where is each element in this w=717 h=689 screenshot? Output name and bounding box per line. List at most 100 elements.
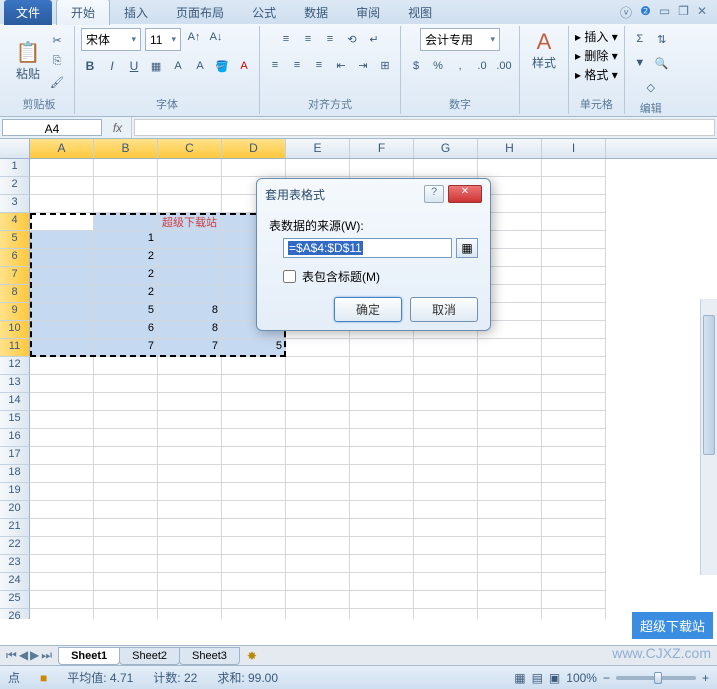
- cell[interactable]: [158, 393, 222, 411]
- cell[interactable]: [30, 411, 94, 429]
- cell[interactable]: [286, 393, 350, 411]
- align-right-icon[interactable]: ≡: [310, 56, 328, 74]
- row-header[interactable]: 19: [0, 483, 30, 501]
- cell[interactable]: [542, 537, 606, 555]
- cell[interactable]: [478, 375, 542, 393]
- cell[interactable]: [542, 285, 606, 303]
- merge-cells-icon[interactable]: ⊞: [376, 56, 394, 74]
- vertical-scrollbar[interactable]: [700, 299, 717, 575]
- row-header[interactable]: 12: [0, 357, 30, 375]
- cell[interactable]: [158, 555, 222, 573]
- cell[interactable]: [350, 555, 414, 573]
- cell[interactable]: [94, 573, 158, 591]
- cell[interactable]: [350, 573, 414, 591]
- dialog-help-button[interactable]: ?: [424, 185, 444, 203]
- fill-color-button[interactable]: 🪣: [213, 57, 231, 75]
- cell[interactable]: [542, 609, 606, 619]
- cell[interactable]: [30, 195, 94, 213]
- view-break-icon[interactable]: ▣: [549, 671, 560, 685]
- cell[interactable]: [286, 483, 350, 501]
- cell[interactable]: [350, 357, 414, 375]
- insert-cells-button[interactable]: ▸ 插入 ▾: [575, 28, 618, 45]
- cell[interactable]: [478, 573, 542, 591]
- cell[interactable]: [478, 537, 542, 555]
- status-record-icon[interactable]: ■: [40, 671, 47, 685]
- row-header[interactable]: 23: [0, 555, 30, 573]
- underline-button[interactable]: U: [125, 57, 143, 75]
- col-header-F[interactable]: F: [350, 139, 414, 158]
- cell[interactable]: 超级下载站: [158, 213, 222, 231]
- cell[interactable]: [94, 609, 158, 619]
- cell[interactable]: [286, 573, 350, 591]
- window-close-icon[interactable]: ✕: [697, 4, 707, 21]
- cell[interactable]: 2: [94, 249, 158, 267]
- sheet-nav-last-icon[interactable]: ⏭: [41, 648, 52, 663]
- cell[interactable]: [542, 465, 606, 483]
- cell[interactable]: [350, 591, 414, 609]
- cell[interactable]: [478, 465, 542, 483]
- cell[interactable]: [478, 339, 542, 357]
- row-header[interactable]: 4: [0, 213, 30, 231]
- cell[interactable]: [94, 555, 158, 573]
- cell[interactable]: 7: [94, 339, 158, 357]
- cell[interactable]: [158, 375, 222, 393]
- col-header-G[interactable]: G: [414, 139, 478, 158]
- formula-input[interactable]: [134, 119, 715, 136]
- cell[interactable]: [414, 411, 478, 429]
- row-header[interactable]: 6: [0, 249, 30, 267]
- cell[interactable]: [30, 609, 94, 619]
- cell[interactable]: [286, 159, 350, 177]
- cell[interactable]: [222, 483, 286, 501]
- percent-icon[interactable]: %: [429, 57, 447, 75]
- cell[interactable]: [478, 429, 542, 447]
- cell[interactable]: [414, 591, 478, 609]
- cell[interactable]: [30, 357, 94, 375]
- tab-home[interactable]: 开始: [56, 0, 110, 25]
- cell[interactable]: [94, 537, 158, 555]
- cell[interactable]: [30, 231, 94, 249]
- cell[interactable]: [222, 501, 286, 519]
- cell[interactable]: [542, 447, 606, 465]
- cell[interactable]: [478, 483, 542, 501]
- cell[interactable]: [30, 573, 94, 591]
- indent-increase-icon[interactable]: ⇥: [354, 56, 372, 74]
- cell[interactable]: [30, 177, 94, 195]
- tab-view[interactable]: 视图: [394, 0, 446, 25]
- row-header[interactable]: 18: [0, 465, 30, 483]
- bold-button[interactable]: B: [81, 57, 99, 75]
- row-header[interactable]: 13: [0, 375, 30, 393]
- cell[interactable]: [414, 537, 478, 555]
- sort-icon[interactable]: ⇅: [653, 30, 671, 48]
- row-header[interactable]: 7: [0, 267, 30, 285]
- cell[interactable]: [542, 249, 606, 267]
- cell[interactable]: [350, 339, 414, 357]
- cell[interactable]: [350, 483, 414, 501]
- cell[interactable]: [30, 375, 94, 393]
- row-header[interactable]: 16: [0, 429, 30, 447]
- cell[interactable]: [94, 429, 158, 447]
- cell[interactable]: [30, 249, 94, 267]
- col-header-C[interactable]: C: [158, 139, 222, 158]
- cell[interactable]: [350, 393, 414, 411]
- zoom-level[interactable]: 100%: [566, 671, 597, 685]
- cell[interactable]: [478, 393, 542, 411]
- cell[interactable]: [414, 429, 478, 447]
- cell[interactable]: [414, 339, 478, 357]
- cell[interactable]: [30, 483, 94, 501]
- ribbon-minimize-icon[interactable]: ⓥ: [620, 4, 632, 21]
- cell[interactable]: [158, 267, 222, 285]
- format-cells-button[interactable]: ▸ 格式 ▾: [575, 66, 618, 83]
- cell[interactable]: [414, 375, 478, 393]
- cell[interactable]: [94, 447, 158, 465]
- row-header[interactable]: 11: [0, 339, 30, 357]
- row-header[interactable]: 26: [0, 609, 30, 619]
- cell[interactable]: [286, 555, 350, 573]
- cell[interactable]: [542, 393, 606, 411]
- cell[interactable]: [478, 447, 542, 465]
- cell[interactable]: [158, 609, 222, 619]
- cell[interactable]: [222, 591, 286, 609]
- cell[interactable]: [222, 465, 286, 483]
- cell[interactable]: [158, 177, 222, 195]
- cell[interactable]: [542, 303, 606, 321]
- cell[interactable]: [542, 573, 606, 591]
